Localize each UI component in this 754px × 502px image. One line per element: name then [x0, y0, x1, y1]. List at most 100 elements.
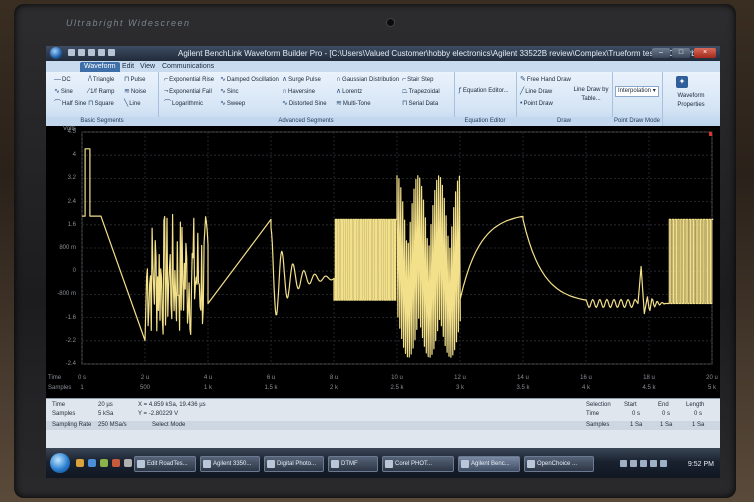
save-icon[interactable] [88, 49, 95, 56]
noise-icon: ≋ [124, 88, 130, 95]
x-time-tick-label: 10 u [391, 375, 403, 381]
line-draw-table-button[interactable]: Line Draw by Table... [572, 86, 610, 104]
surge-pulse-button[interactable]: ∧Surge Pulse [282, 75, 321, 85]
cursor-y-readout: Y = -2.80229 V [138, 411, 179, 417]
distorted-sine-button[interactable]: ∿Distorted Sine [282, 99, 327, 109]
line-button[interactable]: ╲Line [124, 99, 141, 109]
folder-icon[interactable] [76, 459, 84, 467]
dc-button[interactable]: —DC [54, 75, 71, 85]
security-icon[interactable] [640, 460, 647, 467]
taskbar-item[interactable]: Edit RoadTes... [134, 456, 196, 472]
noise-button[interactable]: ≋Noise [124, 87, 146, 97]
interpolation-dropdown[interactable]: Interpolation ▾ [615, 86, 659, 97]
x-time-tick-label: 18 u [643, 375, 655, 381]
app-menu-button[interactable] [50, 47, 62, 59]
show-desktop-icon[interactable] [124, 459, 132, 467]
sel-time-start[interactable]: 0 s [632, 411, 640, 417]
app-icon[interactable] [112, 459, 120, 467]
network-icon[interactable] [620, 460, 627, 467]
square-button[interactable]: ⊓Square [88, 99, 114, 109]
sinc-icon: ∿ [220, 88, 226, 95]
serial-icon: ⊓ [402, 100, 408, 107]
taskbar-item[interactable]: OpenChoice ... [524, 456, 594, 472]
sine-button[interactable]: ∿Sine [54, 87, 73, 97]
free-hand-draw-button[interactable]: ✎Free Hand Draw [520, 75, 571, 85]
sel-time-length[interactable]: 0 s [694, 411, 702, 417]
exp-fall-button[interactable]: ¬Exponential Fall [164, 87, 212, 97]
tray-icon[interactable] [660, 460, 667, 467]
screen: Agilent BenchLink Waveform Builder Pro -… [46, 46, 720, 478]
half-sine-icon: ⌒ [54, 100, 61, 107]
status-panel: Time 20 µs Samples 5 kSa Sampling Rate 2… [46, 398, 720, 449]
x-sample-tick-label: 3 k [455, 385, 464, 391]
pulse-button[interactable]: ⊓Pulse [124, 75, 145, 85]
logarithmic-button[interactable]: ⌒Logarithmic [164, 99, 203, 109]
media-icon[interactable] [100, 459, 108, 467]
waveform-chart[interactable] [46, 126, 720, 398]
y-tick-label: -800 m [57, 291, 76, 298]
start-button[interactable] [50, 453, 70, 473]
x-sample-tick-label: 1.5 k [264, 385, 278, 391]
taskbar-item[interactable]: Agilent 3350... [200, 456, 260, 472]
taskbar-item[interactable]: Agilent Benc... [458, 456, 520, 472]
mode-indicator: Select Mode [152, 422, 186, 428]
close-button[interactable]: × [694, 48, 716, 58]
webcam [386, 18, 395, 27]
redo-icon[interactable] [108, 49, 115, 56]
multi-tone-button[interactable]: ≋Multi-Tone [336, 99, 371, 109]
new-icon[interactable] [68, 49, 75, 56]
damped-osc-button[interactable]: ∿Damped Oscillation [220, 75, 279, 85]
y-tick-label: 4 [72, 152, 76, 159]
sel-time-label: Time [586, 411, 600, 417]
taskbar-item[interactable]: Digital Photo... [264, 456, 324, 472]
properties-icon[interactable]: ✦ [676, 76, 688, 88]
sel-samples-start[interactable]: 1 Sa [630, 422, 642, 428]
sel-samples-end[interactable]: 1 Sa [660, 422, 672, 428]
sel-samples-length[interactable]: 1 Sa [692, 422, 704, 428]
end-marker [709, 132, 712, 136]
taskbar-item[interactable]: DTMF [328, 456, 378, 472]
undo-icon[interactable] [98, 49, 105, 56]
taskbar-item[interactable]: Corel PHOT... [382, 456, 454, 472]
tab-waveform[interactable]: Waveform [80, 62, 120, 72]
gaussian-button[interactable]: ∩Gaussian Distribution [336, 75, 399, 85]
y-tick-label: 1.6 [67, 221, 76, 228]
tab-view[interactable]: View [136, 62, 159, 72]
line-draw-button[interactable]: ╱Line Draw [520, 87, 552, 97]
samples-label: Samples [52, 411, 76, 417]
y-tick-label: 800 m [59, 245, 76, 251]
tab-communications[interactable]: Communications [158, 62, 218, 72]
group-draw: ✎Free Hand Draw ╱Line Draw •Point Draw L… [516, 72, 613, 126]
haversine-button[interactable]: ∩Haversine [282, 87, 315, 97]
maximize-button[interactable]: □ [672, 48, 690, 58]
ramp-button[interactable]: ⁄1/f Ramp [88, 87, 115, 97]
stair-step-button[interactable]: ⌐Stair Step [402, 75, 433, 85]
open-icon[interactable] [78, 49, 85, 56]
exp-rise-button[interactable]: ⌐Exponential Rise [164, 75, 214, 85]
x-sample-tick-label: 4 k [581, 385, 590, 391]
trapezoidal-button[interactable]: ⏢Trapezoidal [402, 87, 440, 97]
distorted-sine-icon: ∿ [282, 100, 288, 107]
pencil-icon: ✎ [520, 76, 526, 83]
clock[interactable]: 9:52 PM [688, 461, 714, 468]
minimize-button[interactable]: – [652, 48, 670, 58]
waveform-properties-button[interactable]: Waveform Properties [666, 92, 716, 110]
lorentz-button[interactable]: ∧Lorentz [336, 87, 362, 97]
sweep-button[interactable]: ∿Sweep [220, 99, 245, 109]
browser-icon[interactable] [88, 459, 96, 467]
triangle-button[interactable]: /\Triangle [88, 75, 114, 85]
sel-time-end[interactable]: 0 s [662, 411, 670, 417]
group-point-draw-mode: Interpolation ▾ Point Draw Mode [612, 72, 663, 126]
sinc-button[interactable]: ∿Sinc [220, 87, 239, 97]
serial-data-button[interactable]: ⊓Serial Data [402, 99, 438, 109]
equation-editor-button[interactable]: ƒEquation Editor... [458, 86, 509, 96]
x-sample-tick-label: 2 k [329, 385, 338, 391]
point-draw-button[interactable]: •Point Draw [520, 99, 553, 109]
waveform-plot[interactable]: Volts 4.5 4 3.2 2.4 1.6 800 m 0 -800 m -1.6 -2.2-… [46, 126, 720, 398]
time-axis-name: Time [48, 375, 62, 381]
power-icon[interactable] [650, 460, 657, 467]
x-sample-tick-label: 2.5 k [390, 385, 404, 391]
volume-icon[interactable] [630, 460, 637, 467]
samples-value: 5 kSa [98, 411, 114, 417]
half-sine-button[interactable]: ⌒Half Sine [54, 99, 86, 109]
